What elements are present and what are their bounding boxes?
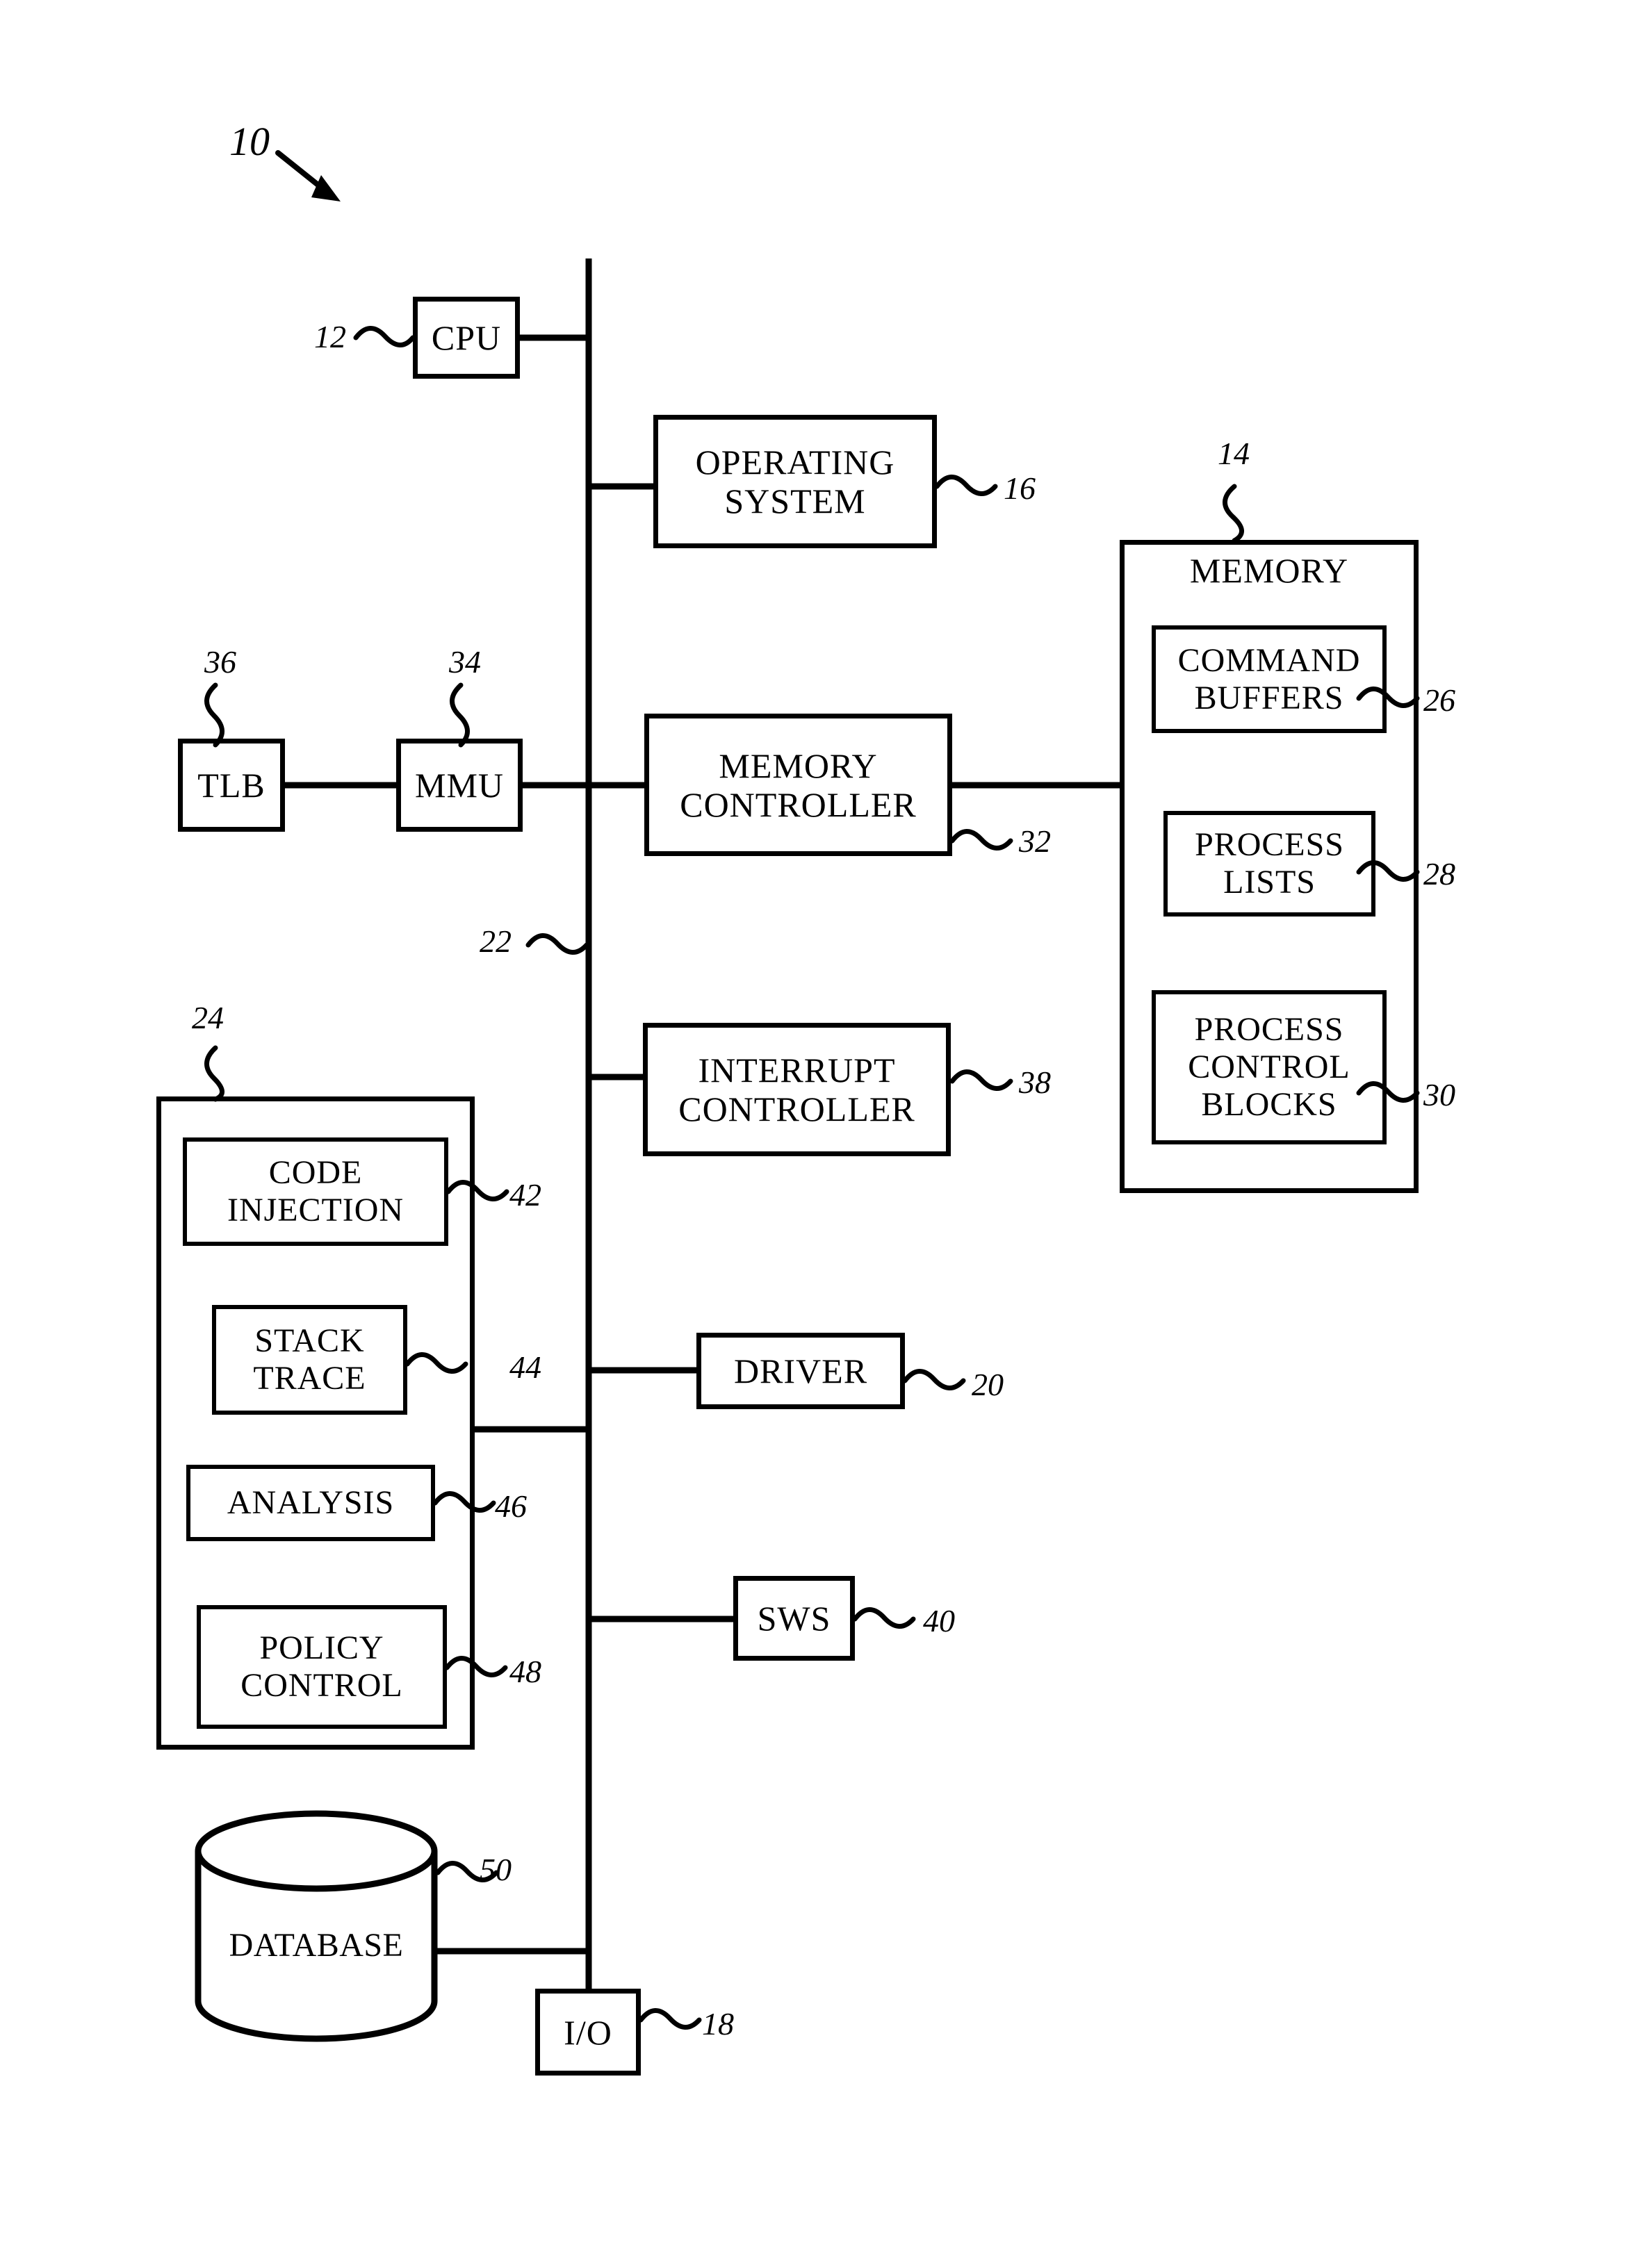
- code-injection-label: CODE INJECTION: [227, 1154, 404, 1228]
- policy-control-label: POLICY CONTROL: [240, 1629, 403, 1704]
- code-injection-block: CODE INJECTION: [183, 1137, 448, 1246]
- stack-trace-label: STACK TRACE: [253, 1322, 366, 1397]
- figure-numeral: 10: [229, 119, 270, 164]
- sws-label: SWS: [757, 1599, 831, 1638]
- cpu-label: CPU: [431, 318, 502, 357]
- command-buffers-ref: 26: [1423, 682, 1455, 718]
- mmu-ref: 34: [449, 644, 481, 680]
- tlb-block: TLB: [178, 739, 285, 832]
- interrupt-controller-label: INTERRUPT CONTROLLER: [678, 1051, 915, 1128]
- driver-block: DRIVER: [696, 1333, 905, 1409]
- patent-figure: 10 CPU 12 OPERATING SYSTEM 16 MEMORY 14 …: [0, 0, 1634, 2268]
- memory-controller-ref: 32: [1019, 823, 1051, 859]
- process-lists-block: PROCESS LISTS: [1163, 811, 1375, 917]
- command-buffers-block: COMMAND BUFFERS: [1152, 625, 1387, 733]
- analysis-label: ANALYSIS: [227, 1484, 395, 1522]
- process-control-blocks-label: PROCESS CONTROL BLOCKS: [1188, 1011, 1350, 1123]
- policy-control-block: POLICY CONTROL: [197, 1605, 447, 1729]
- io-block: I/O: [535, 1989, 641, 2076]
- memory-label: MEMORY: [1189, 551, 1349, 590]
- analysis-ref: 46: [495, 1488, 527, 1524]
- cpu-block: CPU: [413, 297, 520, 379]
- code-injection-ref: 42: [509, 1177, 541, 1213]
- database-ref: 50: [480, 1852, 512, 1887]
- cpu-ref: 12: [314, 319, 346, 354]
- tlb-ref: 36: [204, 644, 236, 680]
- policy-control-ref: 48: [509, 1654, 541, 1689]
- database-label: DATABASE: [229, 1927, 404, 1964]
- memory-controller-block: MEMORY CONTROLLER: [644, 714, 952, 856]
- mmu-block: MMU: [396, 739, 523, 832]
- stack-trace-block: STACK TRACE: [212, 1305, 407, 1415]
- process-control-blocks-ref: 30: [1423, 1077, 1455, 1112]
- sws-ref: 40: [923, 1603, 955, 1638]
- driver-ref: 20: [972, 1367, 1004, 1402]
- tlb-label: TLB: [197, 766, 265, 805]
- mmu-label: MMU: [414, 766, 505, 805]
- operating-system-label: OPERATING SYSTEM: [695, 443, 895, 520]
- memory-ref: 14: [1218, 436, 1250, 471]
- operating-system-block: OPERATING SYSTEM: [653, 415, 937, 548]
- interrupt-controller-ref: 38: [1019, 1065, 1051, 1100]
- interrupt-controller-block: INTERRUPT CONTROLLER: [643, 1023, 951, 1156]
- database-cylinder-top: [195, 1810, 438, 1892]
- io-ref: 18: [702, 2006, 734, 2041]
- io-label: I/O: [564, 2012, 612, 2052]
- driver-label: DRIVER: [733, 1351, 868, 1390]
- process-lists-label: PROCESS LISTS: [1195, 826, 1344, 901]
- analysis-block: ANALYSIS: [186, 1465, 435, 1541]
- command-buffers-label: COMMAND BUFFERS: [1177, 641, 1361, 716]
- sws-block: SWS: [733, 1576, 855, 1661]
- process-control-blocks-block: PROCESS CONTROL BLOCKS: [1152, 990, 1387, 1144]
- system-bus-ref: 22: [480, 923, 512, 959]
- memory-controller-label: MEMORY CONTROLLER: [680, 746, 917, 824]
- figure-arrow: [275, 150, 341, 202]
- process-lists-ref: 28: [1423, 856, 1455, 891]
- operating-system-ref: 16: [1004, 470, 1036, 506]
- analysis-module-ref: 24: [192, 1000, 224, 1035]
- stack-trace-ref: 44: [509, 1349, 541, 1385]
